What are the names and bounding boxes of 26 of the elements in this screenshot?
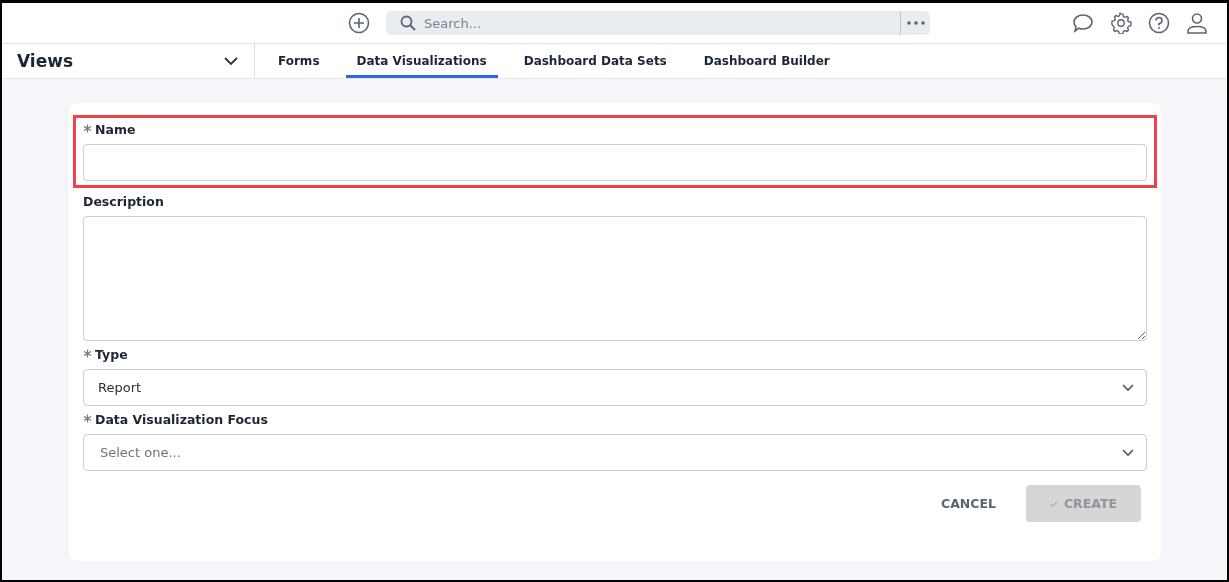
chevron-icon (1122, 383, 1134, 392)
chat-icon[interactable] (1071, 11, 1095, 35)
nav-tab[interactable]: Forms (267, 44, 331, 78)
search-icon (400, 15, 416, 31)
nav-tab[interactable]: Dashboard Builder (692, 44, 841, 78)
required-icon (83, 349, 92, 358)
settings-icon[interactable] (1109, 11, 1133, 35)
check-icon (1050, 498, 1058, 509)
required-icon (83, 124, 92, 133)
help-icon[interactable] (1147, 11, 1171, 35)
chevron-icon (1122, 448, 1134, 457)
field-label: Type (83, 347, 1147, 362)
required-icon (83, 414, 92, 423)
nav-tab[interactable]: Data Visualizations (345, 44, 498, 78)
user-icon[interactable] (1185, 11, 1209, 35)
name-input[interactable] (83, 144, 1147, 181)
select-field[interactable]: Select one... (83, 434, 1147, 471)
field-label: Name (83, 122, 1147, 137)
cancel-button[interactable]: CANCEL (941, 485, 996, 522)
field-label: Description (83, 194, 165, 209)
description-input[interactable] (83, 216, 1147, 341)
add-icon[interactable] (347, 11, 371, 35)
select-field[interactable]: Report (83, 369, 1147, 406)
chevron-icon (224, 56, 238, 66)
nav-tab[interactable]: Dashboard Data Sets (512, 44, 678, 78)
field-label: Data Visualization Focus (83, 412, 1147, 427)
